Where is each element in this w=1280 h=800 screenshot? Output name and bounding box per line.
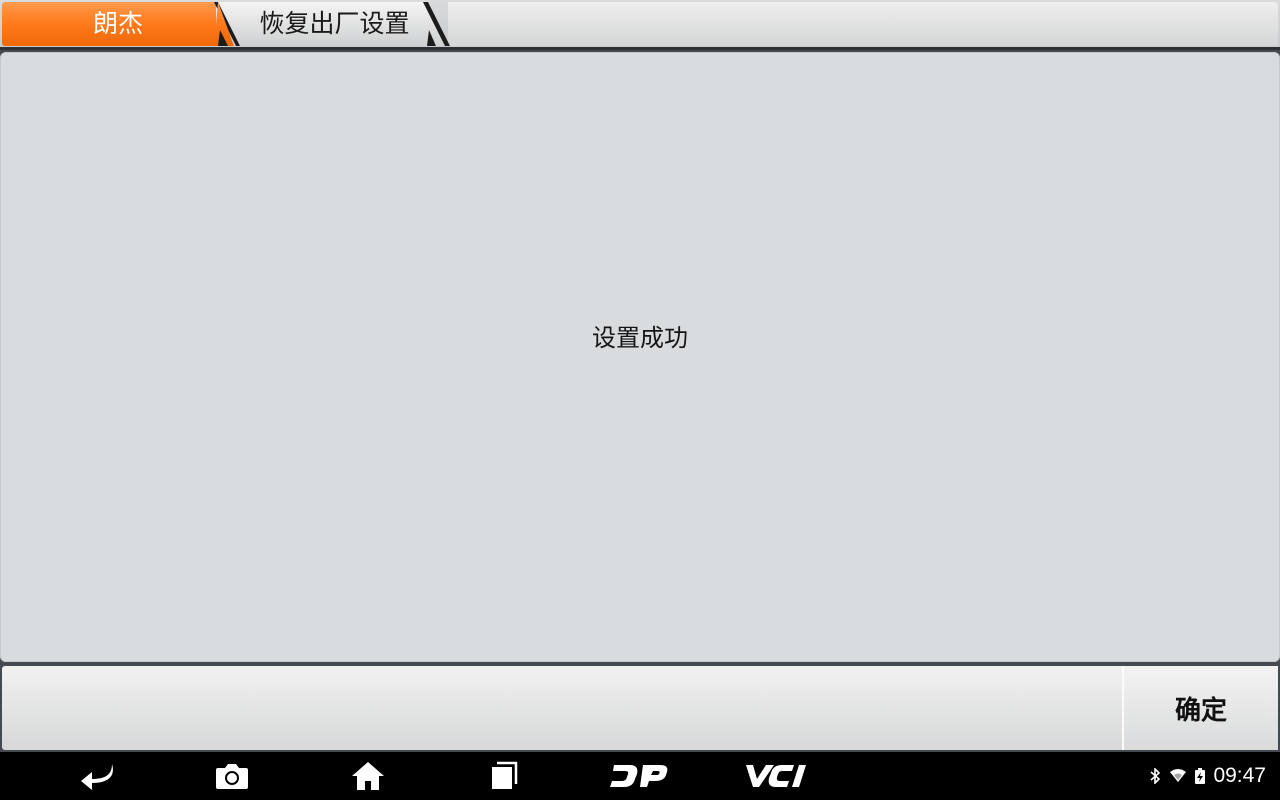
vci-logo-icon <box>746 765 806 787</box>
vci-button[interactable] <box>740 752 812 800</box>
battery-icon <box>1195 768 1206 784</box>
breadcrumb-item-vehicle[interactable]: 朗杰 <box>0 2 240 46</box>
breadcrumb: 恢复出厂设置 朗杰 <box>0 0 1280 50</box>
breadcrumb-item-factory-reset[interactable]: 恢复出厂设置 <box>215 2 450 46</box>
breadcrumb-label: 朗杰 <box>92 9 143 38</box>
status-clock: 09:47 <box>1213 764 1266 787</box>
action-bar: 确定 <box>2 666 1278 750</box>
camera-icon <box>216 764 248 789</box>
home-button[interactable] <box>342 752 394 800</box>
screenshot-button[interactable] <box>206 752 258 800</box>
home-icon <box>352 762 384 790</box>
confirm-button[interactable]: 确定 <box>1122 666 1278 750</box>
header-divider <box>0 47 1280 50</box>
back-button[interactable] <box>72 752 124 800</box>
wifi-icon <box>1170 769 1187 782</box>
dp-button[interactable] <box>606 752 672 800</box>
main-panel: 设置成功 <box>0 52 1280 662</box>
recent-apps-icon <box>492 761 518 789</box>
recent-apps-button[interactable] <box>478 752 530 800</box>
dp-logo-icon <box>610 765 668 787</box>
bluetooth-icon <box>1150 768 1161 784</box>
app-window: 恢复出厂设置 朗杰 设置成功 确定 09:47 <box>0 0 1280 800</box>
breadcrumb-filler <box>448 2 1278 46</box>
back-icon <box>81 764 113 790</box>
status-message: 设置成功 <box>592 324 688 352</box>
system-navbar: 09:47 <box>0 752 1280 800</box>
breadcrumb-label: 恢复出厂设置 <box>259 9 410 38</box>
status-area: 09:47 <box>1149 752 1266 800</box>
